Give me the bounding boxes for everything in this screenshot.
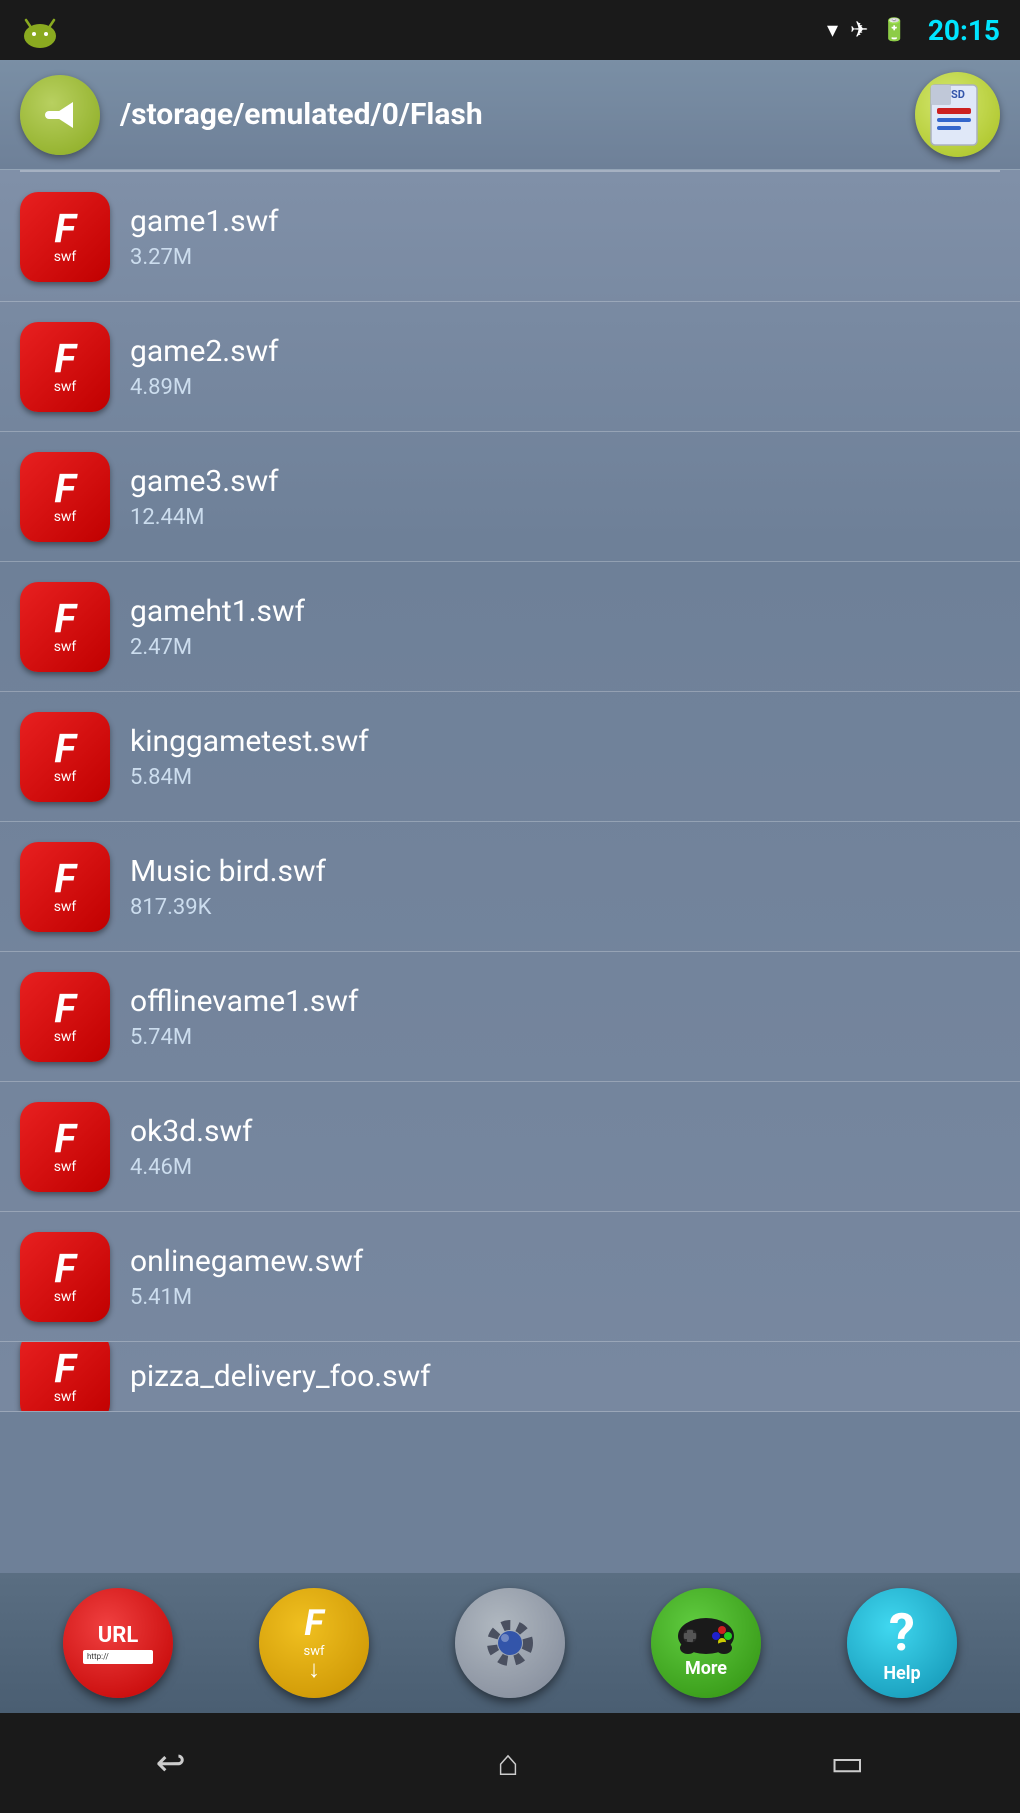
help-button[interactable]: ? Help xyxy=(847,1588,957,1698)
back-button[interactable] xyxy=(20,75,100,155)
file-info-5: Music bird.swf 817.39K xyxy=(130,854,326,920)
swf-icon-1: F swf xyxy=(20,322,110,412)
file-item-1[interactable]: F swf game2.swf 4.89M xyxy=(0,302,1020,432)
file-item-5[interactable]: F swf Music bird.swf 817.39K xyxy=(0,822,1020,952)
file-info-7: ok3d.swf 4.46M xyxy=(130,1114,252,1180)
swf-icon-6: F swf xyxy=(20,972,110,1062)
file-item-0[interactable]: F swf game1.swf 3.27M xyxy=(0,172,1020,302)
battery-icon: 🔋 xyxy=(880,18,907,43)
flash-button[interactable]: F swf ↓ xyxy=(259,1588,369,1698)
bottom-nav: URL http:// F swf ↓ xyxy=(0,1573,1020,1713)
swf-icon-2: F swf xyxy=(20,452,110,542)
swf-icon-3: F swf xyxy=(20,582,110,672)
gamepad-content: More xyxy=(672,1608,740,1679)
recents-system-button[interactable]: ▭ xyxy=(830,1742,864,1784)
svg-text:SD: SD xyxy=(951,88,965,101)
file-info-6: offlinevame1.swf 5.74M xyxy=(130,984,358,1050)
android-logo xyxy=(20,12,60,60)
sd-card-button[interactable]: SD xyxy=(915,72,1000,157)
file-item-2[interactable]: F swf game3.swf 12.44M xyxy=(0,432,1020,562)
file-item-4[interactable]: F swf kinggametest.swf 5.84M xyxy=(0,692,1020,822)
url-circle: URL http:// xyxy=(63,1588,173,1698)
file-list: F swf game1.swf 3.27M F swf game2.swf 4.… xyxy=(0,170,1020,1412)
airplane-icon: ✈ xyxy=(850,18,868,43)
wifi-icon: ▾ xyxy=(827,18,838,43)
flash-circle: F swf ↓ xyxy=(259,1588,369,1698)
header: /storage/emulated/0/Flash SD xyxy=(0,60,1020,170)
current-path: /storage/emulated/0/Flash xyxy=(120,97,895,132)
swf-icon-8: F swf xyxy=(20,1232,110,1322)
file-item-8[interactable]: F swf onlinegamew.swf 5.41M xyxy=(0,1212,1020,1342)
more-circle: More xyxy=(651,1588,761,1698)
home-system-button[interactable]: ⌂ xyxy=(497,1742,519,1784)
settings-button[interactable] xyxy=(455,1588,565,1698)
file-item-7[interactable]: F swf ok3d.swf 4.46M xyxy=(0,1082,1020,1212)
file-item-9-partial[interactable]: F swf pizza_delivery_foo.swf xyxy=(0,1342,1020,1412)
swf-icon-7: F swf xyxy=(20,1102,110,1192)
help-circle: ? Help xyxy=(847,1588,957,1698)
url-content: URL http:// xyxy=(83,1623,153,1664)
file-info-8: onlinegamew.swf 5.41M xyxy=(130,1244,363,1310)
file-info-4: kinggametest.swf 5.84M xyxy=(130,724,369,790)
url-bar: http:// xyxy=(83,1650,153,1664)
swf-icon-5: F swf xyxy=(20,842,110,932)
file-info-1: game2.swf 4.89M xyxy=(130,334,279,400)
back-system-button[interactable]: ↩ xyxy=(156,1742,186,1784)
file-info-2: game3.swf 12.44M xyxy=(130,464,279,530)
time-display: 20:15 xyxy=(928,14,1000,47)
file-item-6[interactable]: F swf offlinevame1.swf 5.74M xyxy=(0,952,1020,1082)
url-button[interactable]: URL http:// xyxy=(63,1588,173,1698)
file-item-3[interactable]: F swf gameht1.swf 2.47M xyxy=(0,562,1020,692)
swf-icon-4: F swf xyxy=(20,712,110,802)
more-button[interactable]: More xyxy=(651,1588,761,1698)
swf-icon-9: F swf xyxy=(20,1342,110,1412)
swf-icon-0: F swf xyxy=(20,192,110,282)
flash-content: F swf ↓ xyxy=(304,1602,325,1684)
file-info-9: pizza_delivery_foo.swf xyxy=(130,1359,431,1394)
file-info-3: gameht1.swf 2.47M xyxy=(130,594,305,660)
file-info-0: game1.swf 3.27M xyxy=(130,204,279,270)
status-bar: ▾ ✈ 🔋 20:15 xyxy=(0,0,1020,60)
settings-circle xyxy=(455,1588,565,1698)
system-bar: ↩ ⌂ ▭ xyxy=(0,1713,1020,1813)
